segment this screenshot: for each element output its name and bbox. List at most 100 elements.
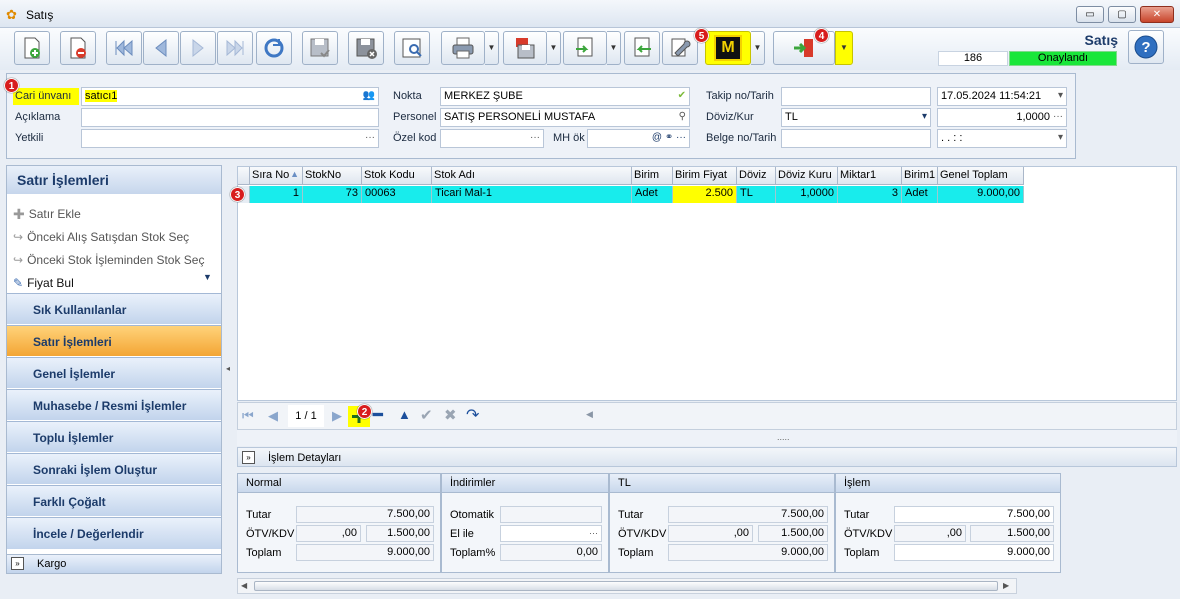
cell-stok-adi[interactable]: Ticari Mal-1 (432, 186, 632, 203)
ellipsis-icon[interactable]: ··· (1053, 111, 1063, 122)
collapse-icon[interactable]: » (242, 451, 255, 464)
mh-ok-field[interactable]: @ ⚭ ··· (587, 129, 690, 148)
col-doviz-kuru[interactable]: Döviz Kuru (776, 167, 838, 185)
ellipsis-icon[interactable]: ··· (589, 528, 598, 538)
ellipsis-icon[interactable]: ··· (365, 132, 375, 143)
col-birim[interactable]: Birim (632, 167, 673, 185)
transfer-dropdown[interactable]: ▼ (607, 31, 621, 65)
nokta-field[interactable]: MERKEZ ŞUBE ✔ (440, 87, 690, 106)
nav-first-icon[interactable]: ⏮ (242, 408, 254, 424)
yetkili-field[interactable]: ··· (81, 129, 379, 148)
export-pdf-button[interactable] (503, 31, 547, 65)
m-module-button[interactable]: M (705, 31, 751, 65)
ozel-kod-field[interactable]: ··· (440, 129, 544, 148)
save-approve-button[interactable] (302, 31, 338, 65)
doviz-select[interactable]: TL ▾ (781, 108, 931, 127)
print-dropdown[interactable]: ▼ (485, 31, 499, 65)
previous-record-button[interactable] (143, 31, 179, 65)
new-record-button[interactable] (14, 31, 50, 65)
cell-sira-no[interactable]: 1 (250, 186, 303, 203)
scroll-right-icon[interactable]: ▶ (1003, 581, 1009, 590)
takip-no-field[interactable] (781, 87, 931, 106)
scroll-left-icon[interactable]: ◀ (241, 581, 247, 590)
col-stok-adi[interactable]: Stok Adı (432, 167, 632, 185)
delete-row-icon[interactable]: ━ (373, 405, 383, 425)
cancel-icon[interactable]: ✖ (444, 406, 457, 424)
cell-birim-fiyat[interactable]: 2.500 (673, 186, 737, 203)
col-stok-kodu[interactable]: Stok Kodu (362, 167, 432, 185)
belge-date-field[interactable]: . . : : ▾ (937, 129, 1067, 148)
splitter[interactable]: ..... (237, 430, 1177, 446)
el-ile-field[interactable]: ··· (500, 525, 602, 542)
scroll-thumb[interactable] (254, 581, 998, 591)
person-search-icon[interactable]: ⚲ (679, 111, 686, 122)
next-record-button[interactable] (180, 31, 216, 65)
personel-field[interactable]: SATIŞ PERSONELİ MUSTAFA ⚲ (440, 108, 690, 127)
col-birim1[interactable]: Birim1 (902, 167, 938, 185)
col-doviz[interactable]: Döviz (737, 167, 776, 185)
people-icon[interactable]: 👥 (363, 90, 375, 101)
export-dropdown[interactable]: ▼ (547, 31, 561, 65)
horizontal-scrollbar[interactable]: ◀ ▶ (237, 578, 1017, 594)
nav-next-icon[interactable]: ▶ (332, 408, 342, 424)
col-sira-no[interactable]: Sıra No ▲ (250, 167, 303, 185)
collapse-panel-icon[interactable]: ◂ (226, 364, 230, 373)
cell-doviz-kuru[interactable]: 1,0000 (776, 186, 838, 203)
email-options-icon[interactable]: @ ⚭ ··· (652, 132, 686, 143)
cell-miktar1[interactable]: 3 (838, 186, 902, 203)
confirm-icon[interactable]: ✔ (420, 406, 433, 424)
minimize-button[interactable]: ▭ (1076, 6, 1104, 23)
nav-satir-islemleri[interactable]: Satır İşlemleri (7, 325, 221, 356)
cell-stok-no[interactable]: 73 (303, 186, 362, 203)
satir-ekle-action[interactable]: ✚ Satır Ekle (13, 203, 81, 225)
details-header[interactable]: » İşlem Detayları (237, 447, 1177, 467)
nav-muhasebe[interactable]: Muhasebe / Resmi İşlemler (7, 389, 221, 420)
scroll-left-icon[interactable]: ◀ (586, 409, 593, 420)
fiyat-bul-action[interactable]: ✎ Fiyat Bul (13, 275, 74, 291)
delete-record-button[interactable] (60, 31, 96, 65)
takip-date-field[interactable]: 17.05.2024 11:54:21 ▾ (937, 87, 1067, 106)
m-module-dropdown[interactable]: ▼ (751, 31, 765, 65)
kur-field[interactable]: 1,0000 ··· (937, 108, 1067, 127)
exit-dropdown[interactable]: ▼ (835, 31, 853, 65)
nav-toplu-islemler[interactable]: Toplu İşlemler (7, 421, 221, 452)
ellipsis-icon[interactable]: ··· (530, 132, 540, 143)
col-genel-toplam[interactable]: Genel Toplam (938, 167, 1024, 185)
col-miktar1[interactable]: Miktar1 (838, 167, 902, 185)
first-record-button[interactable] (106, 31, 142, 65)
chevron-down-icon[interactable]: ▾ (1058, 90, 1063, 101)
onceki-alis-action[interactable]: ↪ Önceki Alış Satışdan Stok Seç (13, 226, 189, 248)
onceki-stok-action[interactable]: ↪ Önceki Stok İşleminden Stok Seç (13, 249, 204, 271)
nav-incele[interactable]: İncele / Değerlendir (7, 517, 221, 549)
move-up-icon[interactable]: ▲ (398, 407, 411, 422)
redo-icon[interactable]: ↷ (466, 405, 479, 425)
col-stok-no[interactable]: StokNo (303, 167, 362, 185)
cell-genel-toplam[interactable]: 9.000,00 (938, 186, 1024, 203)
maximize-button[interactable]: ▢ (1108, 6, 1136, 23)
col-birim-fiyat[interactable]: Birim Fiyat (673, 167, 737, 185)
scroll-down-icon[interactable]: ▼ (203, 272, 212, 282)
help-button[interactable]: ? (1128, 30, 1164, 64)
cancel-save-button[interactable] (348, 31, 384, 65)
expand-icon[interactable]: » (11, 557, 24, 570)
belge-no-field[interactable] (781, 129, 931, 148)
cell-birim[interactable]: Adet (632, 186, 673, 203)
nav-prev-icon[interactable]: ◀ (268, 408, 278, 424)
close-button[interactable]: ✕ (1140, 6, 1174, 23)
import-button[interactable] (624, 31, 660, 65)
chevron-down-icon[interactable]: ▾ (1058, 132, 1063, 143)
nav-sik-kullanilanlar[interactable]: Sık Kullanılanlar (7, 293, 221, 324)
preview-button[interactable] (394, 31, 430, 65)
nav-genel-islemler[interactable]: Genel İşlemler (7, 357, 221, 388)
tools-button[interactable] (662, 31, 698, 65)
transfer-button[interactable] (563, 31, 607, 65)
nav-farkli-cogalt[interactable]: Farklı Çoğalt (7, 485, 221, 516)
cell-birim1[interactable]: Adet (902, 186, 938, 203)
cari-unvani-field[interactable]: satıcı1 👥 (81, 87, 379, 106)
cell-stok-kodu[interactable]: 00063 (362, 186, 432, 203)
refresh-button[interactable] (256, 31, 292, 65)
nav-sonraki-islem[interactable]: Sonraki İşlem Oluştur (7, 453, 221, 484)
kargo-section[interactable]: » Kargo (6, 554, 222, 574)
aciklama-field[interactable] (81, 108, 379, 127)
cell-doviz[interactable]: TL (737, 186, 776, 203)
